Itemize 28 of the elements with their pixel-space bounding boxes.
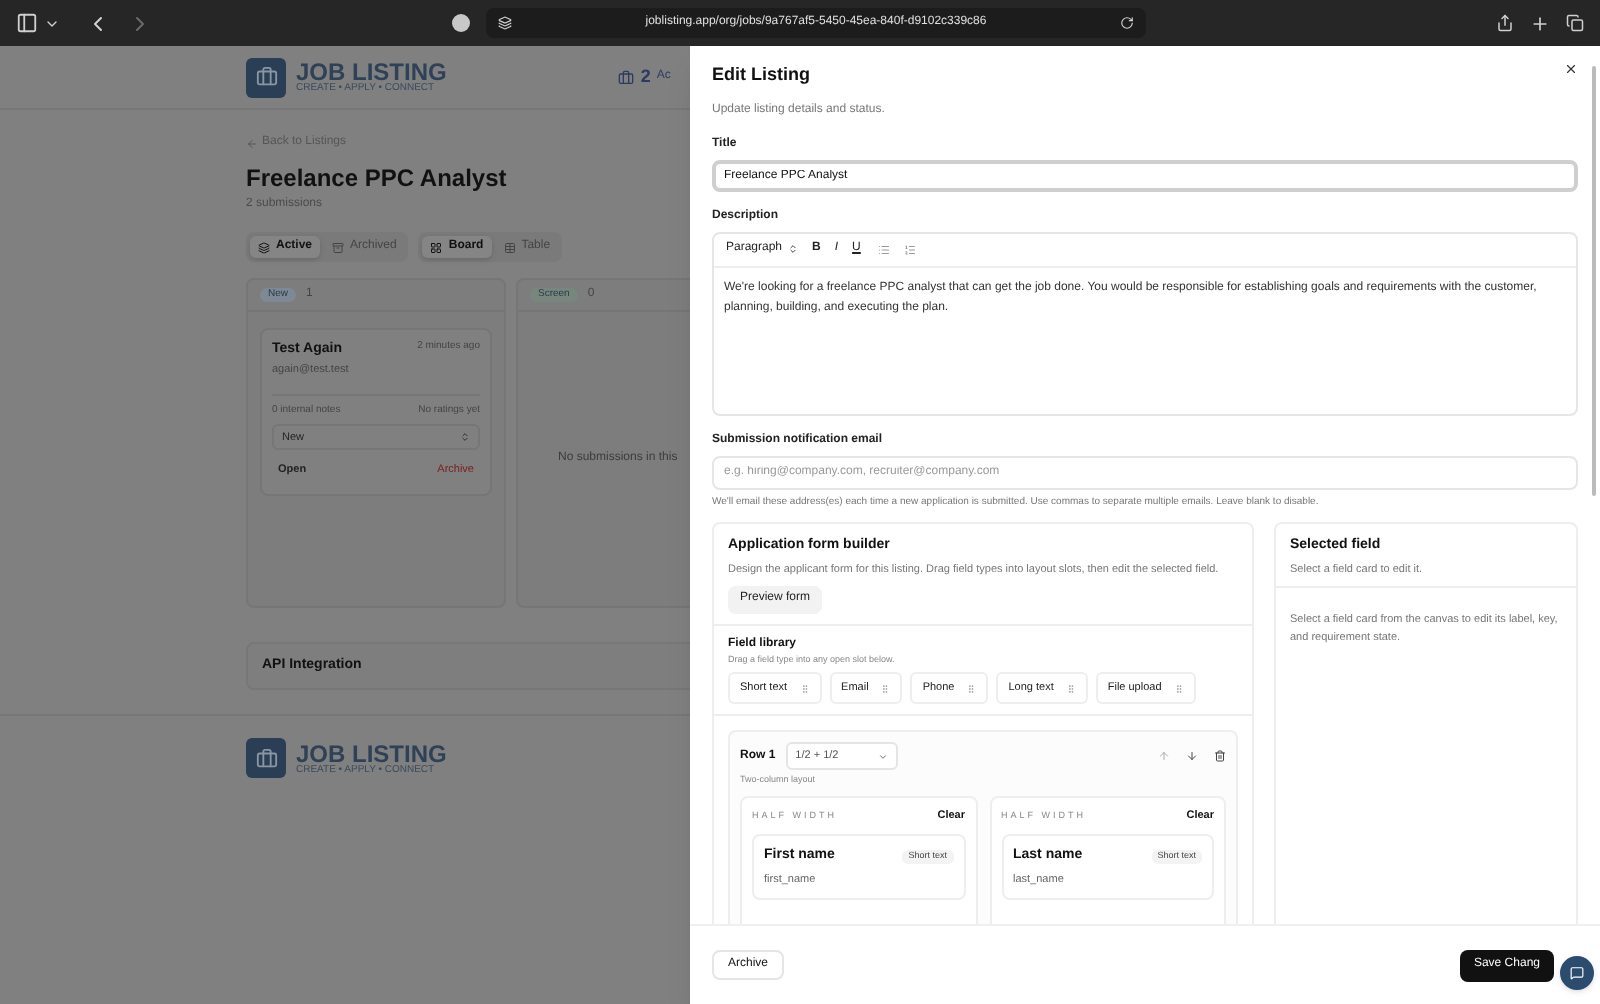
site-icon xyxy=(498,16,512,30)
sidebar-icon[interactable] xyxy=(16,12,38,34)
move-down-icon[interactable] xyxy=(1186,750,1198,763)
logo-icon xyxy=(246,57,286,97)
close-icon[interactable] xyxy=(1564,62,1578,76)
numbered-list-icon[interactable] xyxy=(904,243,917,255)
logo-icon xyxy=(246,738,286,778)
layers-icon xyxy=(258,241,270,253)
delete-icon[interactable] xyxy=(1214,750,1226,763)
reload-icon[interactable] xyxy=(1120,16,1134,30)
tabs-icon[interactable] xyxy=(1566,14,1584,32)
chevrons-icon xyxy=(460,432,470,443)
message-icon xyxy=(1570,966,1584,980)
drawer-title: Edit Listing xyxy=(712,62,810,88)
grid-icon xyxy=(430,241,443,253)
share-icon[interactable] xyxy=(1496,14,1514,32)
page-title: Freelance PPC Analyst xyxy=(246,162,509,196)
chevron-down-icon xyxy=(877,751,888,762)
archive-icon xyxy=(332,241,345,253)
briefcase-icon xyxy=(618,69,635,85)
logo-name: JOB LISTING xyxy=(296,60,447,84)
listing-count: 2 xyxy=(640,63,651,90)
bullet-list-icon[interactable] xyxy=(878,243,891,255)
chevrons-icon xyxy=(788,244,799,254)
table-icon xyxy=(503,241,516,253)
logo-name: JOB LISTING xyxy=(296,741,447,765)
arrow-left-icon xyxy=(246,137,258,149)
new-tab-icon[interactable] xyxy=(1530,13,1550,33)
